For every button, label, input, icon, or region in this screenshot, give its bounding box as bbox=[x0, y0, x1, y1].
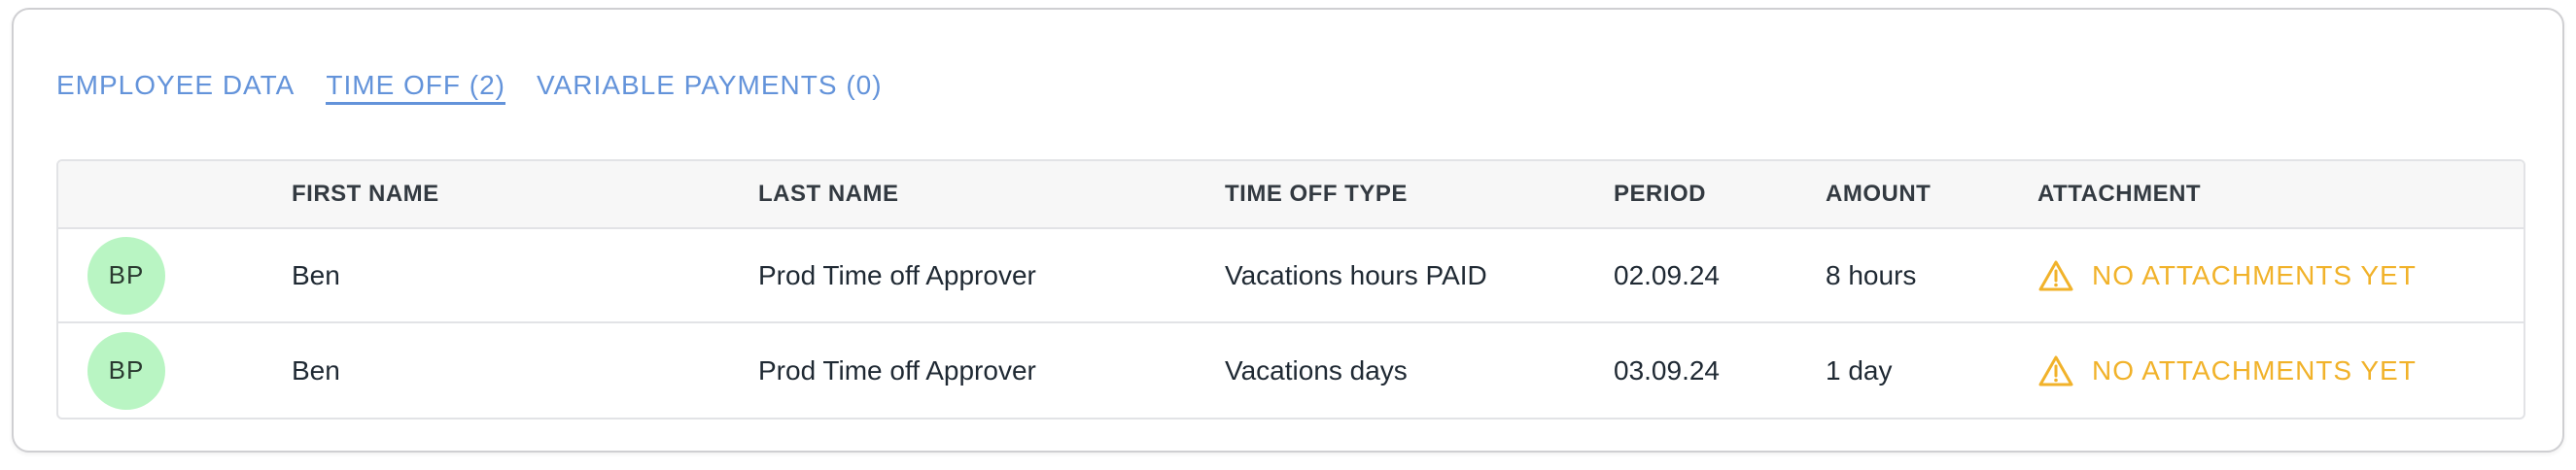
attachment-label: NO ATTACHMENTS YET bbox=[2092, 354, 2417, 386]
time-off-type-cell: Vacations hours PAID bbox=[1225, 259, 1487, 290]
tab-bar: EMPLOYEE DATA TIME OFF (2) VARIABLE PAYM… bbox=[56, 70, 883, 105]
tab-variable-payments[interactable]: VARIABLE PAYMENTS (0) bbox=[537, 70, 883, 105]
tab-time-off[interactable]: TIME OFF (2) bbox=[326, 70, 506, 105]
last-name-cell: Prod Time off Approver bbox=[758, 354, 1036, 386]
warning-icon bbox=[2038, 355, 2073, 386]
avatar-cell: BP bbox=[58, 331, 292, 410]
period-cell: 02.09.24 bbox=[1614, 259, 1720, 290]
first-name-cell: Ben bbox=[292, 259, 340, 290]
attachment-label: NO ATTACHMENTS YET bbox=[2092, 259, 2417, 290]
time-off-card: EMPLOYEE DATA TIME OFF (2) VARIABLE PAYM… bbox=[12, 8, 2564, 453]
time-off-type-cell: Vacations days bbox=[1225, 354, 1408, 386]
attachment-status[interactable]: NO ATTACHMENTS YET bbox=[2037, 354, 2524, 387]
tab-employee-data[interactable]: EMPLOYEE DATA bbox=[56, 70, 295, 105]
attachment-status[interactable]: NO ATTACHMENTS YET bbox=[2037, 259, 2524, 292]
table-row[interactable]: BP Ben Prod Time off Approver Vacations … bbox=[58, 323, 2524, 418]
avatar-cell: BP bbox=[58, 236, 292, 315]
header-period[interactable]: PERIOD bbox=[1614, 181, 1826, 208]
last-name-cell: Prod Time off Approver bbox=[758, 259, 1036, 290]
attachment-cell: NO ATTACHMENTS YET bbox=[2037, 259, 2524, 292]
warning-icon bbox=[2038, 260, 2073, 290]
first-name-cell: Ben bbox=[292, 354, 340, 386]
attachment-cell: NO ATTACHMENTS YET bbox=[2037, 354, 2524, 387]
time-off-table: FIRST NAME LAST NAME TIME OFF TYPE PERIO… bbox=[56, 159, 2525, 420]
amount-cell: 8 hours bbox=[1826, 259, 1917, 290]
header-amount[interactable]: AMOUNT bbox=[1826, 181, 2037, 208]
header-first-name[interactable]: FIRST NAME bbox=[292, 181, 758, 208]
header-last-name[interactable]: LAST NAME bbox=[758, 181, 1225, 208]
table-header-row: FIRST NAME LAST NAME TIME OFF TYPE PERIO… bbox=[58, 161, 2524, 229]
amount-cell: 1 day bbox=[1826, 354, 1893, 386]
period-cell: 03.09.24 bbox=[1614, 354, 1720, 386]
header-attachment[interactable]: ATTACHMENT bbox=[2037, 181, 2524, 208]
avatar: BP bbox=[87, 236, 165, 315]
table-row[interactable]: BP Ben Prod Time off Approver Vacations … bbox=[58, 229, 2524, 323]
avatar: BP bbox=[87, 331, 165, 410]
header-time-off-type[interactable]: TIME OFF TYPE bbox=[1225, 181, 1614, 208]
